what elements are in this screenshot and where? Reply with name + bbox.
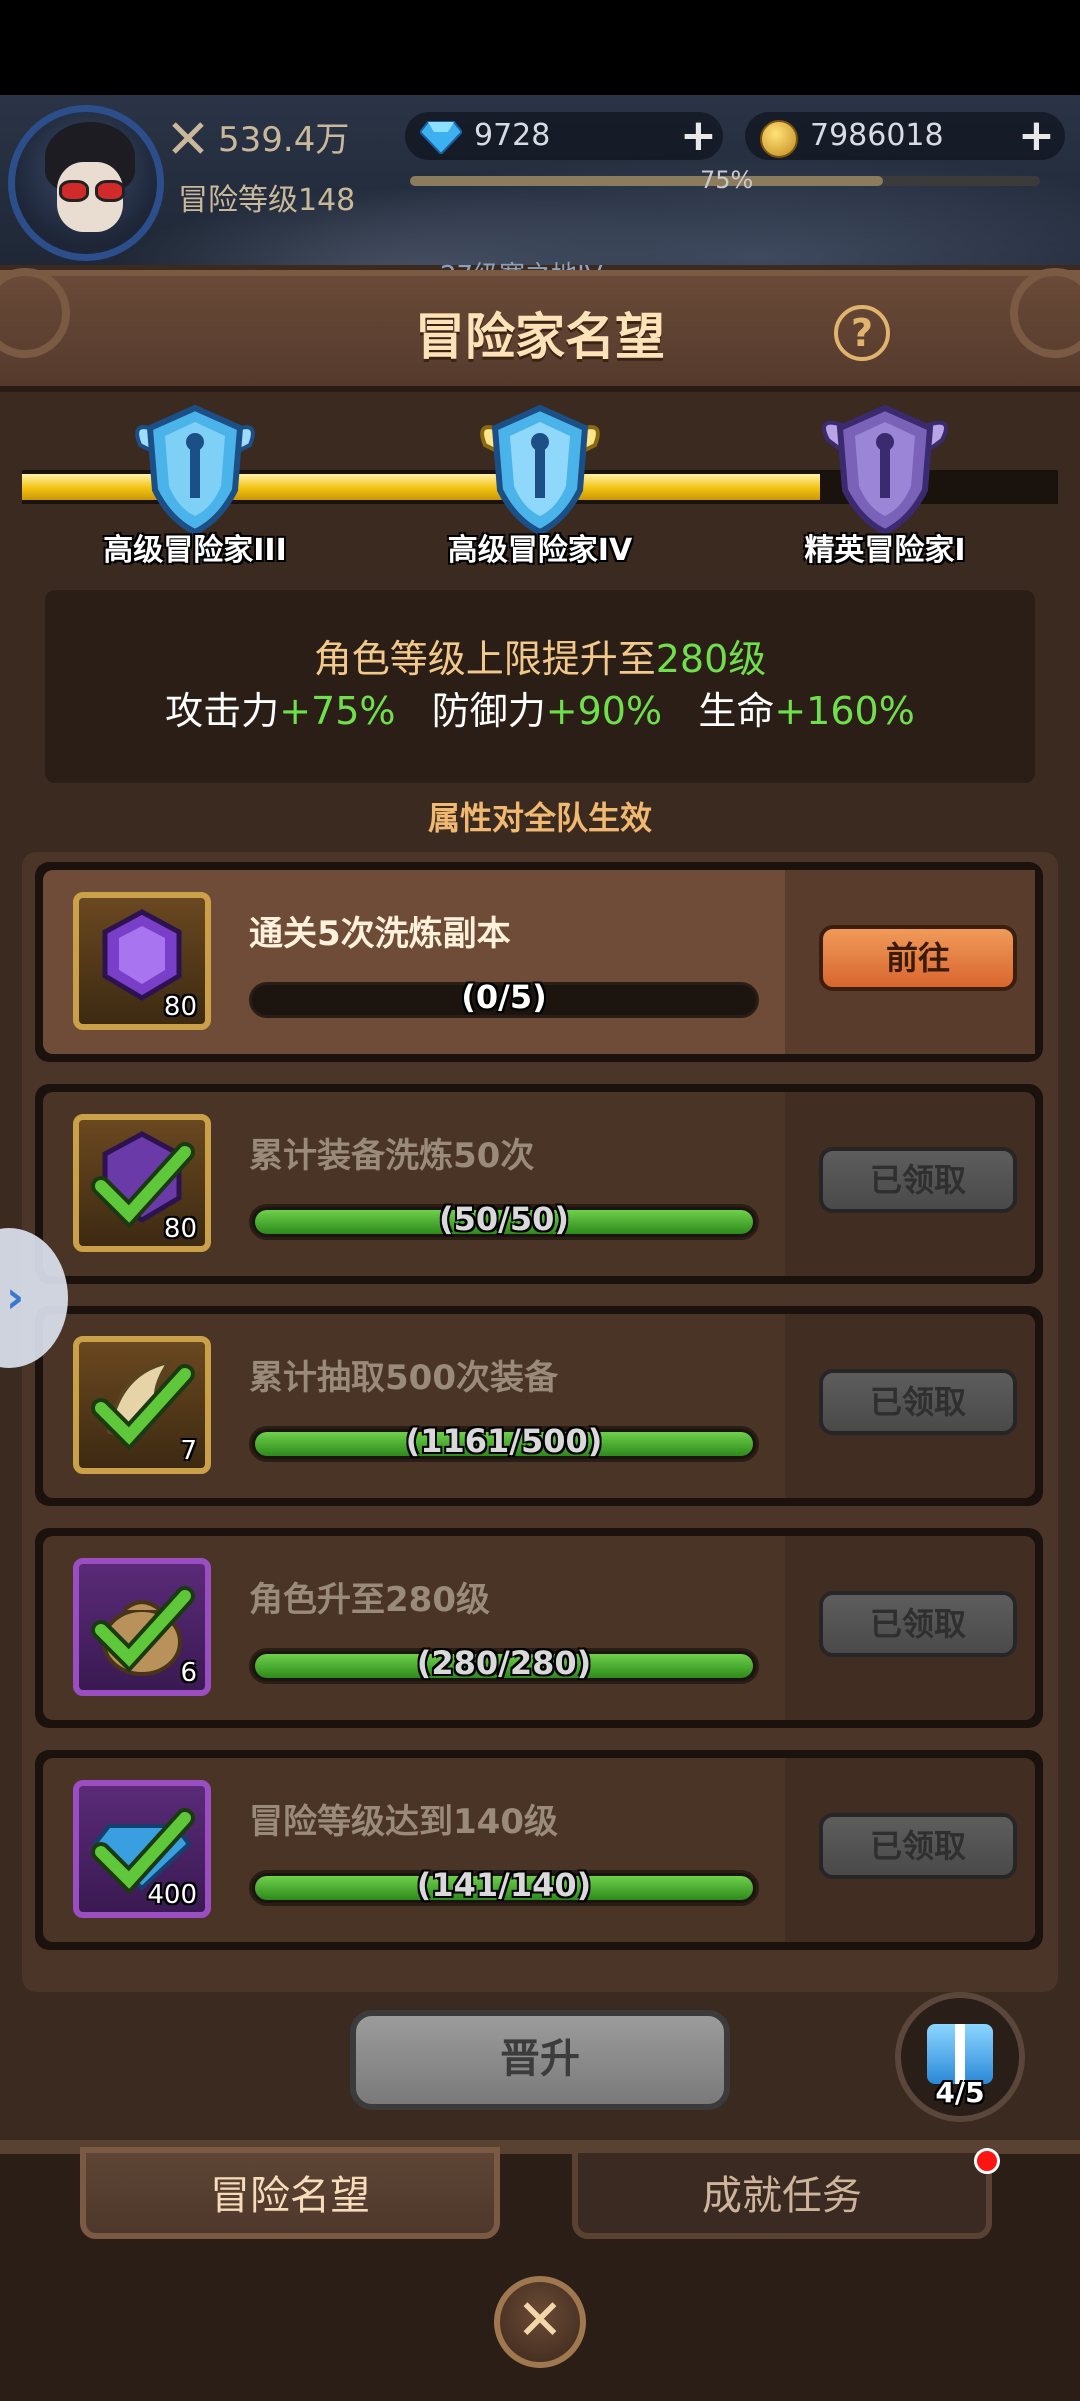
adventure-level: 冒险等级148 [178, 183, 356, 218]
rank-badge-advanced-3-icon[interactable] [120, 400, 270, 540]
task-row: 80 累计装备洗炼50次 (50/50) 已领取 [35, 1084, 1043, 1284]
help-button[interactable]: ? [834, 305, 890, 361]
claimed-button[interactable]: 已领取 [819, 1591, 1017, 1657]
task-name: 冒险等级达到140级 [249, 1802, 558, 1842]
claimed-button[interactable]: 已领取 [819, 1147, 1017, 1213]
panel-title: 冒险家名望 [415, 308, 665, 366]
task-name: 累计抽取500次装备 [249, 1358, 558, 1398]
coin-count: 7986018 [810, 118, 944, 153]
task-row: 6 角色升至280级 (280/280) 已领取 [35, 1528, 1043, 1728]
rank-label-1: 高级冒险家III [103, 533, 287, 568]
gift-count: 4/5 [935, 2076, 985, 2109]
add-gems-button[interactable]: + [680, 114, 717, 158]
stat-bonuses: 攻击力+75% 防御力+90% 生命+160% [165, 689, 915, 733]
add-coins-button[interactable]: + [1018, 114, 1055, 158]
tab-achievement-tasks[interactable]: 成就任务 [572, 2147, 992, 2239]
purple-gem-icon[interactable]: 80 [73, 892, 211, 1030]
task-name: 角色升至280级 [249, 1580, 490, 1620]
notification-dot [974, 2148, 1000, 2174]
rank-label-3: 精英冒险家I [804, 533, 966, 568]
task-progress-text: (280/280) [416, 1644, 592, 1682]
task-name: 累计装备洗炼50次 [249, 1136, 535, 1176]
gem-count: 9728 [474, 118, 551, 153]
go-button[interactable]: 前往 [819, 925, 1017, 991]
rank-label-2: 高级冒险家IV [447, 533, 633, 568]
purple-gem-check-icon[interactable]: 80 [73, 1114, 211, 1252]
xp-bar-fill [410, 176, 883, 186]
player-avatar[interactable] [8, 105, 164, 261]
task-progress-text: (0/5) [461, 978, 547, 1016]
gift-box-button[interactable]: 4/5 [895, 1992, 1025, 2122]
combat-power: 539.4万 [218, 120, 350, 160]
task-row: 80 通关5次洗炼副本 (0/5) 前往 [35, 862, 1043, 1062]
task-progress-text: (141/140) [416, 1866, 592, 1904]
crossed-swords-icon [172, 122, 204, 154]
task-row: 400 冒险等级达到140级 (141/140) 已领取 [35, 1750, 1043, 1950]
rank-badge-elite-1-icon[interactable] [810, 400, 960, 540]
task-name: 通关5次洗炼副本 [249, 914, 511, 954]
promote-button[interactable]: 晋升 [350, 2010, 730, 2110]
claimed-button[interactable]: 已领取 [819, 1813, 1017, 1879]
coin-bag-check-icon[interactable]: 6 [73, 1558, 211, 1696]
task-progress-text: (50/50) [439, 1200, 569, 1238]
diamond-icon [420, 121, 462, 154]
task-row: 7 累计抽取500次装备 (1161/500) 已领取 [35, 1306, 1043, 1506]
chevron-right-icon: › [6, 1272, 25, 1323]
gold-coin-icon [760, 120, 798, 158]
rank-badge-advanced-4-icon[interactable] [465, 400, 615, 540]
blue-gem-check-icon[interactable]: 400 [73, 1780, 211, 1918]
close-button[interactable]: ✕ [494, 2276, 586, 2368]
wing-scroll-check-icon[interactable]: 7 [73, 1336, 211, 1474]
level-cap-reward: 角色等级上限提升至280级 [313, 637, 767, 681]
team-effect-note: 属性对全队生效 [427, 799, 652, 837]
task-progress-text: (1161/500) [405, 1422, 603, 1460]
xp-percent: 75% [700, 166, 754, 194]
tab-adventure-reputation[interactable]: 冒险名望 [80, 2147, 500, 2239]
claimed-button[interactable]: 已领取 [819, 1369, 1017, 1435]
